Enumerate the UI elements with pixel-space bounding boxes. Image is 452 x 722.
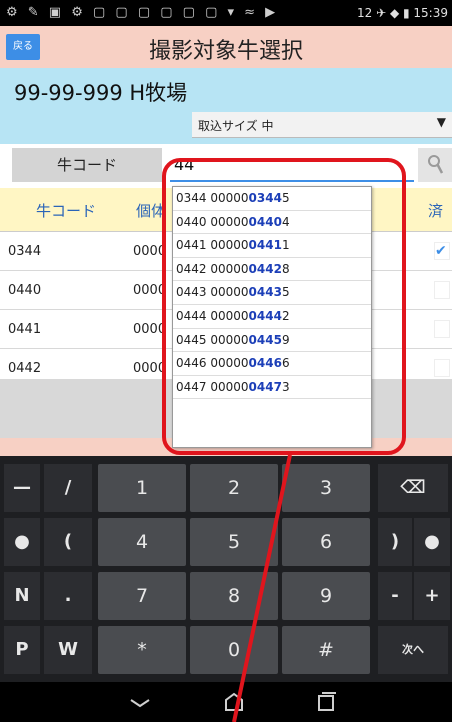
key-6[interactable]: 6 (282, 518, 370, 566)
item-suffix: 2 (281, 308, 290, 323)
item-prefix: 0441 00000 (176, 238, 249, 253)
item-suffix: 1 (281, 238, 290, 253)
backspace-key[interactable]: ⌫ (378, 464, 448, 512)
autocomplete-item[interactable]: 0444 0000004442 (173, 305, 371, 329)
dropdown-arrow-icon: ▼ (436, 115, 446, 129)
numeric-keyboard: — / 1 2 3 ⌫ ● ( 4 5 6 ) ● N . 7 8 9 - + … (0, 456, 452, 682)
row-cow-code: 0440 (8, 283, 42, 298)
column-header-cow-code[interactable]: 牛コード (36, 200, 96, 221)
item-prefix: 0446 00000 (176, 356, 249, 371)
key-9[interactable]: 9 (282, 572, 370, 620)
page-title: 撮影対象牛選択 (148, 39, 303, 64)
item-suffix: 5 (281, 285, 290, 300)
autocomplete-item[interactable]: 0447 0000004473 (173, 376, 371, 400)
key-0[interactable]: 0 (190, 626, 278, 674)
search-input[interactable] (170, 148, 414, 182)
system-nav-bar (0, 682, 452, 722)
item-match: 0441 (248, 238, 282, 253)
farm-bar: 99-99-999 H牧場 取込サイズ 中 ▼ (0, 68, 452, 144)
import-size-value: 取込サイズ 中 (198, 119, 274, 133)
key-2[interactable]: 2 (190, 464, 278, 512)
key-1[interactable]: 1 (98, 464, 186, 512)
key-cursor-right[interactable]: ● (414, 518, 450, 566)
key-p[interactable]: P (4, 626, 40, 674)
row-done-checkbox[interactable]: ✔ (434, 242, 450, 260)
item-suffix: 3 (281, 379, 290, 394)
status-bar: ⚙ ✎ ▣ ⚙ ▢ ▢ ▢ ▢ ▢ ▢ ▾ ≈ ▶ 12 ✈ ◆ ▮ 15:39 (0, 0, 452, 26)
nav-back-icon[interactable] (128, 690, 152, 714)
key-hash[interactable]: # (282, 626, 370, 674)
item-prefix: 0442 00000 (176, 261, 249, 276)
search-button[interactable] (418, 148, 452, 182)
item-match: 0446 (248, 356, 282, 371)
key-4[interactable]: 4 (98, 518, 186, 566)
item-match: 0444 (248, 308, 282, 323)
key-5[interactable]: 5 (190, 518, 278, 566)
item-prefix: 0443 00000 (176, 285, 249, 300)
row-cow-code: 0442 (8, 361, 42, 376)
key-slash[interactable]: / (44, 464, 92, 512)
item-prefix: 0444 00000 (176, 308, 249, 323)
autocomplete-item[interactable]: 0446 0000004466 (173, 352, 371, 376)
row-individual-id: 0000 (133, 244, 167, 259)
key-plus[interactable]: + (414, 572, 450, 620)
key-dash[interactable]: — (4, 464, 40, 512)
status-notification-icons: ⚙ ✎ ▣ ⚙ ▢ ▢ ▢ ▢ ▢ ▢ ▾ ≈ ▶ (6, 5, 279, 20)
item-match: 0447 (248, 379, 282, 394)
search-key-label: 牛コード (12, 148, 162, 182)
row-done-checkbox[interactable] (434, 320, 450, 338)
autocomplete-item[interactable]: 0344 0000003445 (173, 187, 371, 211)
title-bar: 戻る 撮影対象牛選択 (0, 26, 452, 68)
item-match: 0442 (248, 261, 282, 276)
next-key[interactable]: 次へ (378, 626, 448, 674)
autocomplete-dropdown: 0344 0000003445 0440 0000004404 0441 000… (172, 186, 372, 448)
key-n[interactable]: N (4, 572, 40, 620)
status-clock: 12 ✈ ◆ ▮ 15:39 (357, 6, 448, 20)
autocomplete-item[interactable]: 0445 0000004459 (173, 329, 371, 353)
item-suffix: 5 (281, 191, 290, 205)
item-suffix: 8 (281, 261, 290, 276)
key-3[interactable]: 3 (282, 464, 370, 512)
row-individual-id: 0000 (133, 322, 167, 337)
item-prefix: 0440 00000 (176, 214, 249, 229)
search-row: 牛コード (0, 144, 452, 186)
import-size-select[interactable]: 取込サイズ 中 ▼ (192, 112, 452, 138)
key-w[interactable]: W (44, 626, 92, 674)
autocomplete-item[interactable]: 0443 0000004435 (173, 281, 371, 305)
item-match: 0443 (248, 285, 282, 300)
key-cursor-left[interactable]: ● (4, 518, 40, 566)
row-individual-id: 0000 (133, 283, 167, 298)
nav-recent-apps-icon[interactable] (314, 690, 338, 714)
item-suffix: 4 (281, 214, 290, 229)
key-8[interactable]: 8 (190, 572, 278, 620)
item-match: 0445 (248, 332, 282, 347)
farm-name: 99-99-999 H牧場 (14, 81, 188, 105)
item-prefix: 0447 00000 (176, 379, 249, 394)
key-7[interactable]: 7 (98, 572, 186, 620)
column-header-individual[interactable]: 個体 (136, 200, 166, 221)
key-close-paren[interactable]: ) (378, 518, 412, 566)
key-period[interactable]: . (44, 572, 92, 620)
column-header-done[interactable]: 済 (428, 200, 443, 221)
item-suffix: 9 (281, 332, 290, 347)
autocomplete-item[interactable]: 0441 0000004411 (173, 234, 371, 258)
row-done-checkbox[interactable] (434, 281, 450, 299)
nav-home-icon[interactable] (222, 690, 246, 714)
search-icon (428, 155, 443, 174)
key-asterisk[interactable]: * (98, 626, 186, 674)
row-individual-id: 0000 (133, 361, 167, 376)
autocomplete-item[interactable]: 0442 0000004428 (173, 258, 371, 282)
autocomplete-item[interactable]: 0440 0000004404 (173, 211, 371, 235)
row-cow-code: 0344 (8, 244, 42, 259)
key-open-paren[interactable]: ( (44, 518, 92, 566)
item-prefix: 0445 00000 (176, 332, 249, 347)
row-done-checkbox[interactable] (434, 359, 450, 377)
item-suffix: 6 (281, 356, 290, 371)
item-match: 0344 (248, 191, 282, 205)
item-prefix: 0344 00000 (176, 191, 249, 205)
key-minus[interactable]: - (378, 572, 412, 620)
row-cow-code: 0441 (8, 322, 42, 337)
item-match: 0440 (248, 214, 282, 229)
